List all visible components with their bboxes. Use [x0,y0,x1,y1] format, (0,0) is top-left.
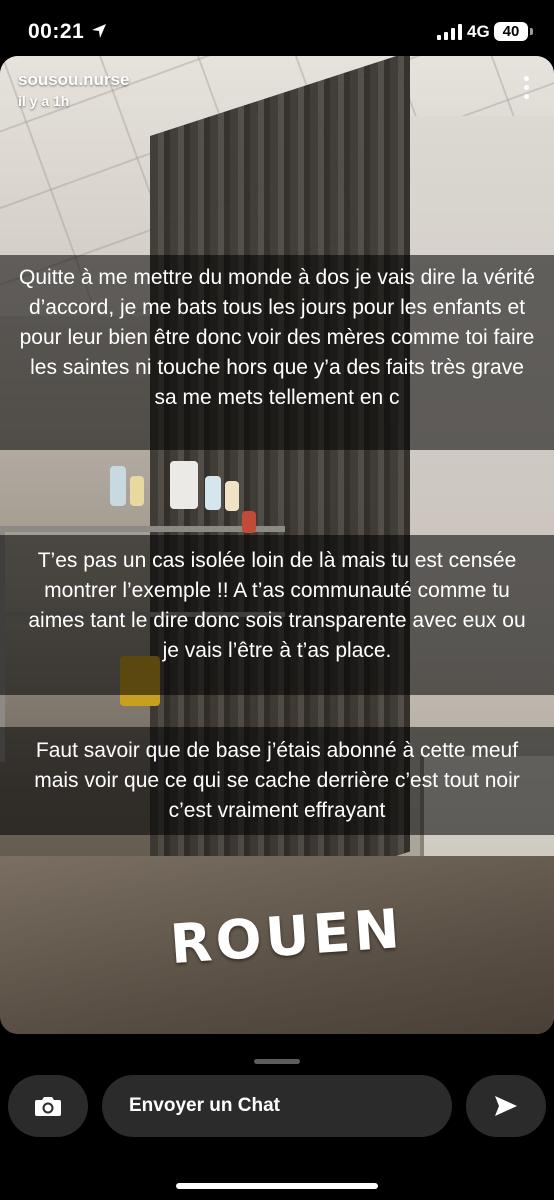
network-type: 4G [467,22,490,41]
send-icon [495,1096,517,1116]
battery-icon: 40 [494,22,528,41]
send-button[interactable] [466,1075,546,1137]
photo-bottle [225,481,239,511]
status-bar: 00:21 4G 40 [0,0,554,56]
location-arrow-icon [92,24,106,38]
photo-bottle [205,476,221,510]
photo-bottle [170,461,198,509]
story-age: il y a 1h [18,93,70,109]
battery-cap [530,28,533,35]
home-indicator[interactable] [176,1183,378,1189]
drag-handle[interactable] [254,1059,300,1064]
chat-input[interactable]: Envoyer un Chat [102,1075,452,1137]
photo-bottle [242,511,256,533]
story-username[interactable]: sousou.nurse [18,70,129,90]
signal-icon [437,24,462,40]
more-icon[interactable] [522,76,530,104]
story-caption: T’es pas un cas isolée loin de là mais t… [0,535,554,695]
status-time: 00:21 [28,20,85,43]
story-caption: Quitte à me mettre du monde à dos je vai… [0,255,554,450]
story-caption: Faut savoir que de base j’étais abonné à… [0,727,554,835]
photo-bottle [130,476,144,506]
camera-icon [35,1097,61,1116]
photo-bottle [110,466,126,506]
camera-button[interactable] [8,1075,88,1137]
